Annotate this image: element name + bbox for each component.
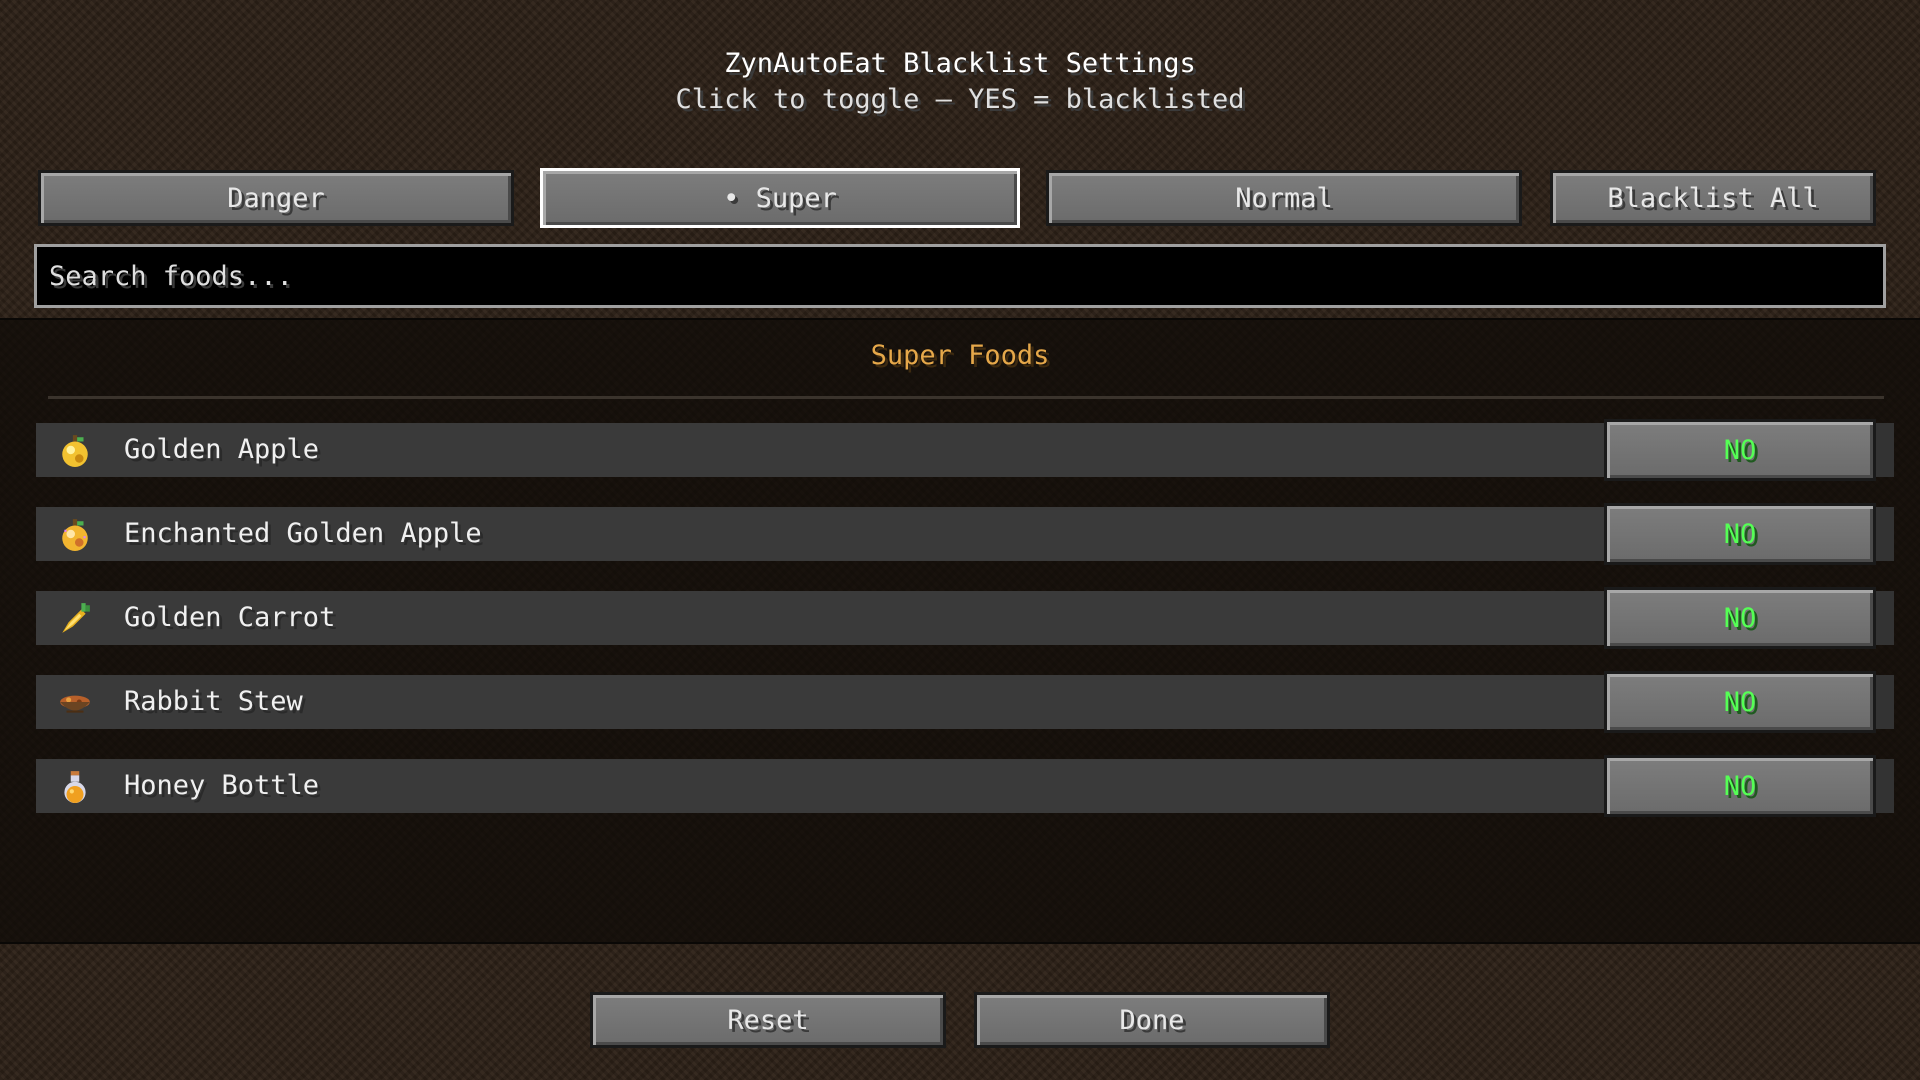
toggle-golden-carrot[interactable]: NO bbox=[1604, 587, 1876, 649]
list-item-honey-bottle: Honey Bottle bbox=[36, 759, 1604, 813]
toggle-golden-apple[interactable]: NO bbox=[1604, 419, 1876, 481]
toggle-rabbit-stew[interactable]: NO bbox=[1604, 671, 1876, 733]
section-divider bbox=[48, 396, 1884, 399]
blacklist-all-button[interactable]: Blacklist All bbox=[1550, 170, 1876, 226]
food-name: Honey Bottle bbox=[124, 770, 320, 801]
tab-danger[interactable]: Danger bbox=[38, 170, 514, 226]
search-input[interactable] bbox=[34, 244, 1886, 308]
golden-carrot-icon bbox=[62, 603, 90, 633]
food-name: Golden Carrot bbox=[124, 602, 336, 633]
tab-super[interactable]: • Super bbox=[540, 168, 1020, 228]
enchanted-golden-apple-icon bbox=[62, 519, 88, 551]
food-name: Enchanted Golden Apple bbox=[124, 518, 482, 549]
food-name: Golden Apple bbox=[124, 434, 320, 465]
list-item-rabbit-stew: Rabbit Stew bbox=[36, 675, 1604, 729]
food-name: Rabbit Stew bbox=[124, 686, 303, 717]
toggle-honey-bottle[interactable]: NO bbox=[1604, 755, 1876, 817]
golden-apple-icon bbox=[62, 435, 88, 467]
section-title: Super Foods bbox=[870, 340, 1050, 371]
list-item-enchanted-golden-apple: Enchanted Golden Apple bbox=[36, 507, 1604, 561]
row-scroll-edge bbox=[1876, 759, 1894, 813]
honey-bottle-icon bbox=[64, 771, 86, 803]
page-title: ZynAutoEat Blacklist Settings bbox=[724, 48, 1196, 79]
row-scroll-edge bbox=[1876, 423, 1894, 477]
row-scroll-edge bbox=[1876, 507, 1894, 561]
page-subtitle: Click to toggle — YES = blacklisted bbox=[675, 84, 1245, 115]
done-button[interactable]: Done bbox=[974, 992, 1330, 1048]
list-item-golden-carrot: Golden Carrot bbox=[36, 591, 1604, 645]
rabbit-stew-icon bbox=[60, 695, 90, 713]
list-item-golden-apple: Golden Apple bbox=[36, 423, 1604, 477]
row-scroll-edge bbox=[1876, 675, 1894, 729]
toggle-enchanted-golden-apple[interactable]: NO bbox=[1604, 503, 1876, 565]
row-scroll-edge bbox=[1876, 591, 1894, 645]
tab-normal[interactable]: Normal bbox=[1046, 170, 1522, 226]
reset-button[interactable]: Reset bbox=[590, 992, 946, 1048]
